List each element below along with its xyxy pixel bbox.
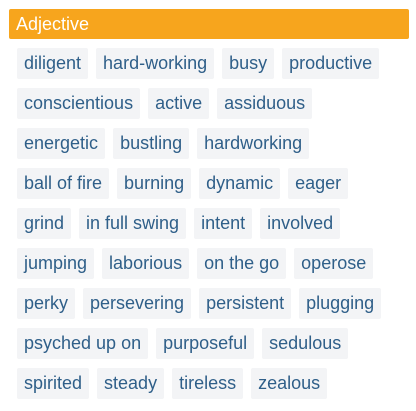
part-of-speech-header: Adjective: [9, 9, 409, 39]
synonym-chip[interactable]: energetic: [17, 128, 106, 159]
synonym-chip[interactable]: persistent: [199, 288, 292, 319]
synonym-chip[interactable]: involved: [260, 208, 341, 239]
synonym-chip[interactable]: hardworking: [197, 128, 310, 159]
synonym-chip[interactable]: tireless: [172, 368, 244, 399]
synonym-chip[interactable]: operose: [294, 248, 374, 279]
synonym-chip[interactable]: psyched up on: [17, 328, 149, 359]
synonym-chip[interactable]: purposeful: [156, 328, 255, 359]
synonym-chip[interactable]: productive: [282, 48, 380, 79]
synonym-chip[interactable]: jumping: [17, 248, 95, 279]
synonym-chip[interactable]: plugging: [299, 288, 382, 319]
synonym-chip[interactable]: eager: [288, 168, 349, 199]
synonym-chip[interactable]: persevering: [83, 288, 192, 319]
synonym-chip[interactable]: hard-working: [96, 48, 215, 79]
synonym-chip[interactable]: diligent: [17, 48, 89, 79]
synonym-chip[interactable]: on the go: [197, 248, 287, 279]
synonym-chip[interactable]: steady: [97, 368, 165, 399]
synonym-chip[interactable]: intent: [194, 208, 253, 239]
synonym-chip[interactable]: assiduous: [217, 88, 313, 119]
synonym-chip[interactable]: spirited: [17, 368, 90, 399]
synonym-chip[interactable]: burning: [117, 168, 192, 199]
synonym-chip[interactable]: active: [148, 88, 210, 119]
synonym-chip[interactable]: laborious: [102, 248, 190, 279]
synonym-chip[interactable]: bustling: [113, 128, 190, 159]
synonym-panel: Adjective diligent hard-working busy pro…: [9, 9, 409, 399]
synonym-chip[interactable]: conscientious: [17, 88, 141, 119]
synonym-chip[interactable]: sedulous: [262, 328, 349, 359]
synonym-chip[interactable]: ball of fire: [17, 168, 110, 199]
synonym-chip[interactable]: dynamic: [199, 168, 281, 199]
synonym-chip[interactable]: zealous: [251, 368, 328, 399]
synonym-chip[interactable]: in full swing: [79, 208, 187, 239]
synonym-chip[interactable]: grind: [17, 208, 72, 239]
synonym-chip[interactable]: perky: [17, 288, 76, 319]
synonym-list: diligent hard-working busy productive co…: [17, 48, 407, 399]
synonym-chip[interactable]: busy: [222, 48, 275, 79]
